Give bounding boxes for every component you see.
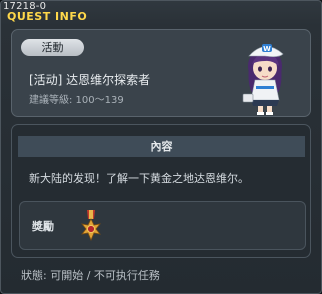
quest-name: [活动] 达恩维尔探索者 xyxy=(29,73,151,87)
reward-label: 獎勵 xyxy=(32,220,54,233)
quest-summary-panel: 活動 [活动] 达恩维尔探索者 建議等級: 100～139 W xyxy=(11,29,311,117)
quest-content-panel: 內容 新大陆的发现！了解一下黄金之地达恩维尔。 獎勵 xyxy=(11,124,311,258)
medal-icon[interactable] xyxy=(78,210,104,242)
svg-text:W: W xyxy=(263,45,271,53)
quest-category-tag: 活動 xyxy=(21,39,84,56)
quest-status: 狀態: 可開始 / 不可执行任務 xyxy=(21,269,160,282)
reward-box: 獎勵 xyxy=(19,201,306,250)
npc-portrait-icon: W xyxy=(242,44,284,115)
content-description: 新大陆的发现！了解一下黄金之地达恩维尔。 xyxy=(29,172,249,185)
quest-info-window: 17218-0 QUEST INFO 活動 [活动] 达恩维尔探索者 建議等級:… xyxy=(0,0,322,294)
window-title: QUEST INFO xyxy=(7,10,88,23)
recommended-level: 建議等級: 100～139 xyxy=(29,95,124,106)
content-header: 內容 xyxy=(18,136,305,157)
